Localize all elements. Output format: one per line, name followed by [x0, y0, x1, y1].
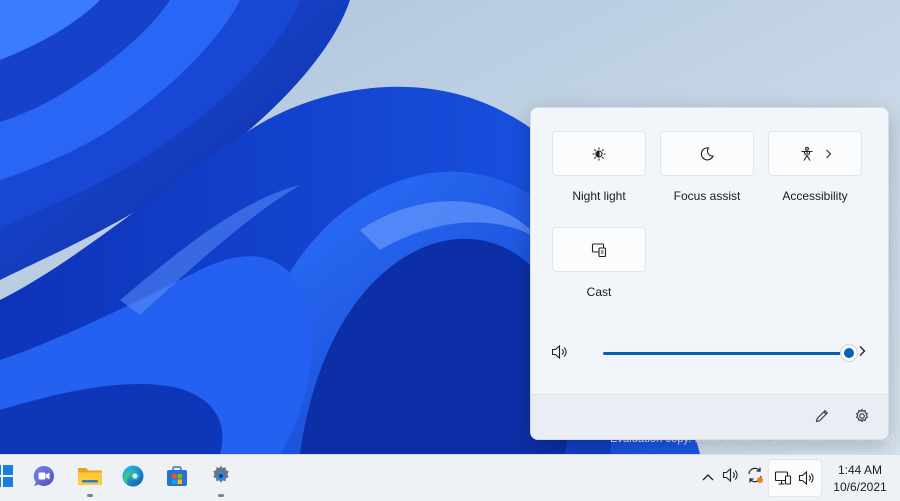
pencil-icon [814, 408, 830, 429]
night-light-icon [591, 146, 607, 162]
edit-quick-settings-button[interactable] [811, 407, 833, 429]
network-volume-group[interactable] [768, 459, 822, 497]
settings-button[interactable] [205, 462, 237, 497]
folder-icon [77, 464, 103, 493]
speaker-icon[interactable] [551, 344, 569, 365]
accessibility-label: Accessibility [782, 189, 848, 203]
show-hidden-icons-button[interactable] [698, 467, 718, 487]
gear-icon [209, 464, 233, 493]
volume-mixer-button[interactable] [853, 344, 871, 362]
volume-slider-fill [603, 352, 849, 355]
chevron-up-icon [702, 468, 714, 486]
windows-logo-icon [0, 464, 13, 492]
speaker-icon [722, 467, 740, 488]
chat-button[interactable] [28, 462, 60, 494]
tray-volume-button[interactable] [721, 467, 741, 487]
accessibility-icon [799, 146, 815, 162]
sync-icon [746, 466, 764, 489]
taskbar: 1:44 AM 10/6/2021 [0, 454, 900, 501]
open-settings-button[interactable] [851, 407, 873, 429]
quick-settings-panel: Night light Focus assist Accessibility C… [530, 107, 889, 440]
network-icon [773, 468, 793, 488]
file-explorer-button[interactable] [74, 462, 106, 497]
clock-button[interactable]: 1:44 AM 10/6/2021 [826, 462, 894, 496]
chevron-right-icon [858, 344, 866, 362]
store-icon [165, 464, 189, 493]
cast-toggle[interactable] [552, 227, 646, 272]
chat-icon [32, 464, 56, 493]
clock-time: 1:44 AM [837, 463, 883, 477]
focus-assist-label: Focus assist [673, 189, 741, 203]
cast-label: Cast [586, 285, 612, 299]
edge-button[interactable] [117, 462, 149, 494]
tray-sync-button[interactable] [745, 467, 765, 487]
clock-date: 10/6/2021 [833, 480, 887, 494]
volume-slider[interactable] [603, 345, 857, 361]
store-button[interactable] [161, 462, 193, 494]
accessibility-toggle[interactable] [768, 131, 862, 176]
focus-assist-toggle[interactable] [660, 131, 754, 176]
gear-icon [854, 407, 870, 429]
night-light-toggle[interactable] [552, 131, 646, 176]
speaker-icon [797, 468, 817, 488]
volume-row [551, 340, 871, 366]
running-indicator [218, 494, 224, 497]
edge-icon [121, 464, 145, 493]
moon-icon [699, 146, 715, 162]
cast-icon [591, 242, 607, 258]
night-light-label: Night light [572, 189, 626, 203]
chevron-right-icon [825, 149, 832, 159]
running-indicator [87, 494, 93, 497]
start-button[interactable] [0, 462, 18, 494]
quick-settings-footer [531, 394, 888, 439]
